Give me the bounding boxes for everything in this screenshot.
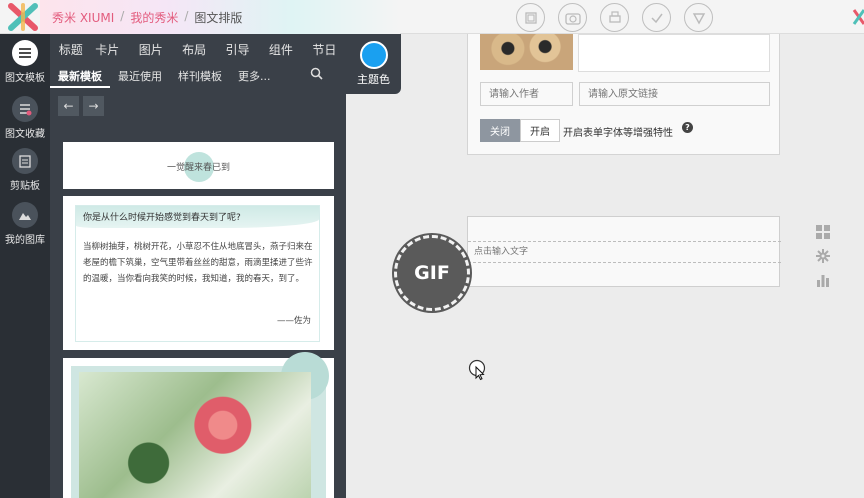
breadcrumb-my-xiumi[interactable]: 我的秀米: [130, 9, 178, 26]
clipboard-icon: [12, 148, 38, 174]
rail-item-label: 剪贴板: [10, 181, 40, 192]
rail-item-templates[interactable]: 图文模板: [0, 40, 50, 84]
template-panel: 标题 卡片 图片 布局 引导 组件 节日 最新模板 最近使用 样刊模板 更多..…: [50, 34, 346, 498]
text-input[interactable]: [468, 241, 781, 263]
enhance-toggle: 关闭 开启: [480, 119, 560, 142]
subtab-latest[interactable]: 最新模板: [50, 62, 110, 88]
search-icon[interactable]: [310, 67, 323, 80]
rail-item-label: 图文收藏: [5, 129, 45, 140]
nav-arrows: ← →: [58, 96, 104, 116]
corner-logo-icon: [852, 9, 864, 25]
rail-item-gallery[interactable]: 我的图库: [0, 202, 50, 246]
rail-item-clipboard[interactable]: 剪贴板: [0, 148, 50, 192]
subtab-recent[interactable]: 最近使用: [110, 62, 170, 88]
template-card[interactable]: [63, 352, 334, 498]
source-link-input[interactable]: [579, 82, 770, 106]
breadcrumb-separator: /: [184, 9, 189, 23]
camera-icon[interactable]: [558, 3, 587, 32]
flower-photo: [79, 372, 311, 498]
subtab-sample[interactable]: 样刊模板: [170, 62, 230, 88]
summary-box[interactable]: [578, 34, 770, 72]
template-body: 当柳树抽芽，桃树开花，小草忍不住从地底冒头，燕子归来在老屋的檐下筑巢，空气里带着…: [83, 242, 313, 284]
print-icon[interactable]: [600, 3, 629, 32]
tab-title[interactable]: 标题: [56, 34, 86, 62]
tab-card[interactable]: 卡片: [86, 34, 129, 62]
toggle-on-button[interactable]: 开启: [520, 119, 560, 142]
check-icon[interactable]: [642, 3, 671, 32]
theme-color-button[interactable]: 主题色: [346, 34, 401, 94]
breadcrumb-current: 图文排版: [194, 11, 243, 25]
tab-festival[interactable]: 节日: [303, 34, 346, 62]
list-icon: [12, 40, 38, 66]
toolbar: [516, 3, 713, 32]
mouse-cursor-icon: [468, 359, 486, 381]
toggle-off-button[interactable]: 关闭: [480, 119, 520, 142]
rail-item-collections[interactable]: 图文收藏: [0, 96, 50, 140]
template-question: 你是从什么时候开始感觉到春天到了呢?: [83, 213, 241, 223]
cover-thumbnail[interactable]: [480, 34, 573, 70]
bar-chart-icon[interactable]: [815, 272, 831, 288]
text-block-card: [467, 216, 781, 287]
breadcrumb: 秀米 XIUMI / 我的秀米 / 图文排版: [52, 9, 242, 26]
help-icon[interactable]: ?: [682, 122, 693, 133]
template-card[interactable]: 你是从什么时候开始感觉到春天到了呢? 当柳树抽芽，桃树开花，小草忍不住从地底冒头…: [63, 196, 334, 350]
category-tabs: 标题 卡片 图片 布局 引导 组件 节日: [50, 34, 346, 62]
breadcrumb-separator: /: [120, 9, 125, 23]
tab-layout[interactable]: 布局: [172, 34, 215, 62]
breadcrumb-brand[interactable]: 秀米 XIUMI: [52, 9, 114, 26]
subtab-more[interactable]: 更多...: [230, 62, 279, 88]
template-title: 一觉醒来春已到: [166, 163, 230, 173]
template-card[interactable]: 一觉醒来春已到: [63, 142, 334, 189]
gallery-icon: [12, 202, 38, 228]
gear-icon[interactable]: [815, 248, 831, 264]
tab-component[interactable]: 组件: [259, 34, 302, 62]
template-signature: ——佐为: [277, 316, 312, 326]
theme-color-swatch: [359, 41, 388, 69]
gif-badge[interactable]: GIF: [394, 235, 470, 311]
rail-item-label: 图文模板: [5, 73, 45, 84]
article-settings-card: 关闭 开启 开启表单字体等增强特性 ?: [467, 34, 780, 155]
triangle-down-icon[interactable]: [684, 3, 713, 32]
collection-icon: [12, 96, 38, 122]
template-list: 一觉醒来春已到 你是从什么时候开始感觉到春天到了呢? 当柳树抽芽，桃树开花，小草…: [63, 142, 334, 498]
side-tools: [815, 224, 831, 288]
sub-tabs: 最新模板 最近使用 样刊模板 更多...: [50, 62, 346, 88]
tab-guide[interactable]: 引导: [216, 34, 259, 62]
tab-image[interactable]: 图片: [129, 34, 172, 62]
folder-icon[interactable]: [516, 3, 545, 32]
grid-icon[interactable]: [815, 224, 831, 240]
toggle-label: 开启表单字体等增强特性: [563, 128, 673, 139]
xiumi-logo-icon[interactable]: [8, 3, 38, 31]
theme-color-label: 主题色: [357, 73, 390, 86]
forward-arrow-button[interactable]: →: [83, 96, 104, 116]
author-input[interactable]: [480, 82, 573, 106]
top-bar: 秀米 XIUMI / 我的秀米 / 图文排版: [0, 0, 864, 34]
left-rail: 图文模板 图文收藏 剪贴板 我的图库: [0, 34, 50, 498]
rail-item-label: 我的图库: [5, 235, 45, 246]
back-arrow-button[interactable]: ←: [58, 96, 79, 116]
